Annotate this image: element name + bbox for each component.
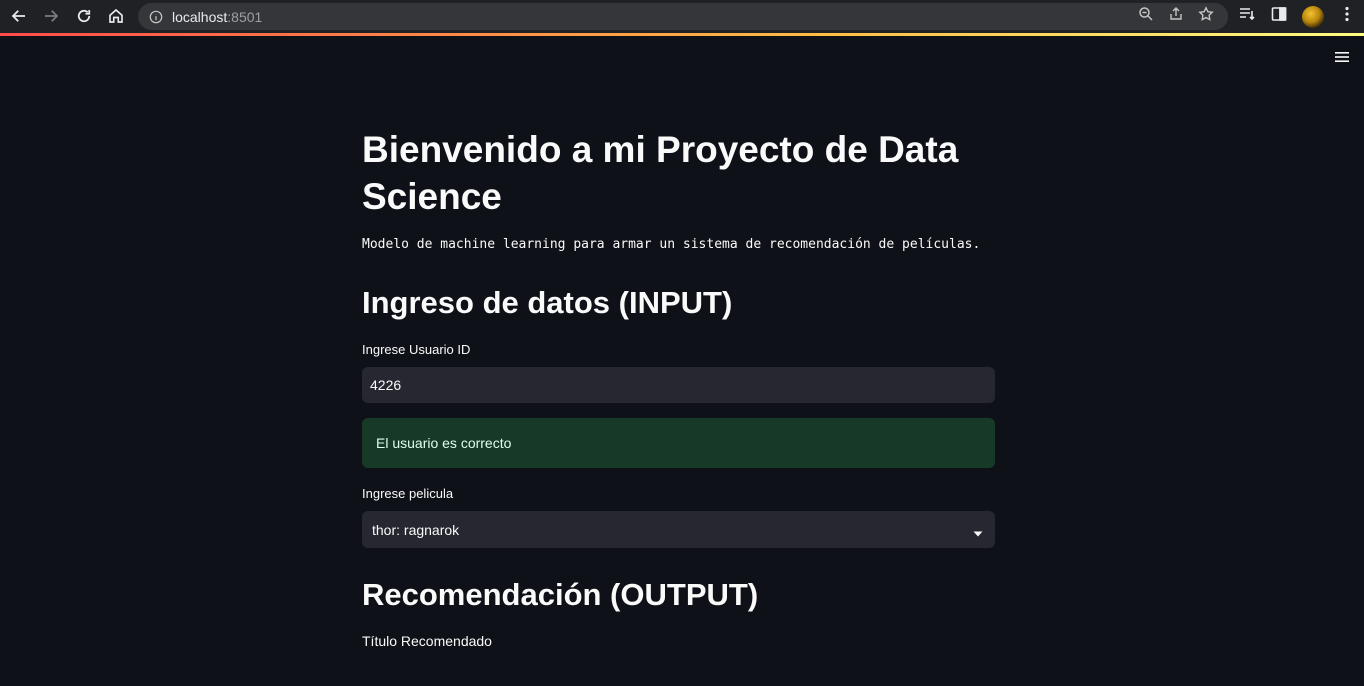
url-host: localhost <box>172 8 228 25</box>
share-icon[interactable] <box>1168 6 1184 27</box>
user-id-label: Ingrese Usuario ID <box>362 342 471 357</box>
forward-icon[interactable] <box>35 0 67 32</box>
movie-selected-value: thor: ragnarok <box>372 521 460 538</box>
page-subtitle: Modelo de machine learning para armar un… <box>362 237 981 252</box>
hamburger-menu-icon[interactable] <box>1334 50 1350 64</box>
reading-list-icon[interactable] <box>1238 5 1256 28</box>
success-alert: El usuario es correcto <box>362 418 995 468</box>
movie-select[interactable]: thor: ragnarok <box>362 511 995 548</box>
menu-kebab-icon[interactable] <box>1338 5 1356 28</box>
url-text: localhost:8501 <box>172 9 262 25</box>
user-id-input[interactable]: 4226 <box>362 367 995 403</box>
output-section-header: Recomendación (OUTPUT) <box>362 577 759 612</box>
page-title: Bienvenido a mi Proyecto de Data Science <box>362 129 959 217</box>
home-icon[interactable] <box>100 0 132 32</box>
user-id-value: 4226 <box>370 377 402 393</box>
app-decoration-bar <box>0 33 1364 36</box>
recommended-title-label: Título Recomendado <box>362 633 492 649</box>
reload-icon[interactable] <box>68 0 100 32</box>
success-message: El usuario es correcto <box>376 435 512 451</box>
info-icon[interactable] <box>149 10 163 24</box>
bookmark-star-icon[interactable] <box>1198 6 1214 27</box>
side-panel-icon[interactable] <box>1270 5 1288 28</box>
input-section-header: Ingreso de datos (INPUT) <box>362 285 733 320</box>
address-bar[interactable]: localhost:8501 <box>138 3 1228 30</box>
movie-label: Ingrese pelicula <box>362 486 454 501</box>
browser-toolbar: localhost:8501 <box>0 0 1364 33</box>
profile-avatar[interactable] <box>1302 5 1324 28</box>
chevron-down-icon <box>973 525 983 537</box>
back-icon[interactable] <box>3 0 35 32</box>
url-port: :8501 <box>227 8 263 25</box>
zoom-icon[interactable] <box>1138 6 1154 27</box>
